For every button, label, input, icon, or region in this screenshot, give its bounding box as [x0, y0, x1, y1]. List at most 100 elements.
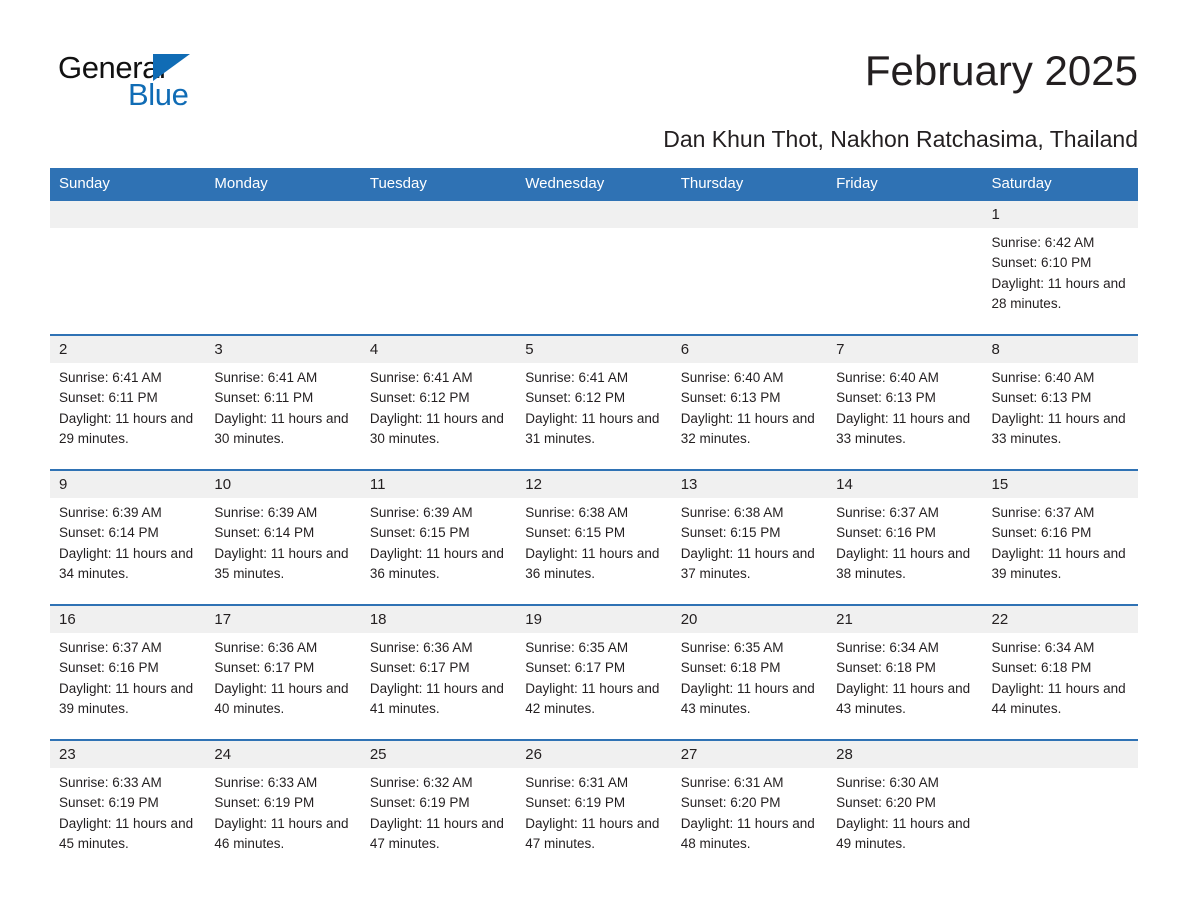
calendar-day-cell[interactable]: 15 Sunrise: 6:37 AM Sunset: 6:16 PM Dayligh…	[982, 468, 1138, 605]
page-title: February 2025	[864, 47, 1138, 94]
day-number: 3	[205, 335, 361, 363]
weekday-header-wednesday: Wednesday	[516, 167, 672, 201]
calendar-page: General Blue February 2025 Dan Khun Thot…	[0, 0, 1188, 918]
calendar-day-cell[interactable]: 27 Sunrise: 6:31 AM Sunset: 6:20 PM Dayligh…	[671, 738, 828, 874]
sunrise-text: Sunrise: 6:30 AM	[836, 774, 939, 790]
calendar-day-cell[interactable]: 4 Sunrise: 6:41 AM Sunset: 6:12 PM Daylight…	[360, 333, 517, 470]
page-header: General Blue February 2025	[50, 0, 1138, 122]
calendar-week-row: 16 Sunrise: 6:37 AM Sunset: 6:16 PM Dayligh…	[50, 603, 1138, 740]
weekday-header-thursday: Thursday	[671, 167, 828, 201]
daylight-text: Daylight: 11 hours and 34 minutes.	[59, 545, 194, 582]
sunrise-text: Sunrise: 6:34 AM	[991, 639, 1095, 655]
day-details: Sunrise: 6:33 AM Sunset: 6:19 PM Daylight:…	[50, 768, 205, 855]
day-number: 12	[516, 470, 672, 498]
logo-text-blue: Blue	[128, 77, 189, 112]
calendar-day-cell[interactable]: 22 Sunrise: 6:34 AM Sunset: 6:18 PM Dayligh…	[982, 603, 1138, 740]
day-details: Sunrise: 6:37 AM Sunset: 6:16 PM Daylight:…	[50, 633, 205, 720]
calendar-day-cell[interactable]: 6 Sunrise: 6:40 AM Sunset: 6:13 PM Daylight…	[671, 333, 828, 470]
general-blue-logo[interactable]: General Blue	[50, 44, 200, 114]
day-number: 28	[827, 740, 983, 768]
daylight-text: Daylight: 11 hours and 40 minutes.	[214, 680, 349, 717]
day-details: Sunrise: 6:41 AM Sunset: 6:11 PM Daylight:…	[205, 363, 360, 450]
sunset-text: Sunset: 6:18 PM	[680, 660, 781, 676]
sunset-text: Sunset: 6:15 PM	[369, 525, 470, 541]
day-number: 21	[827, 605, 983, 633]
calendar-day-cell[interactable]: 11 Sunrise: 6:39 AM Sunset: 6:15 PM Dayligh…	[360, 468, 517, 605]
weekday-header-saturday: Saturday	[982, 167, 1138, 201]
day-number	[360, 200, 517, 228]
weekday-header-sunday: Sunday	[50, 167, 206, 201]
calendar-day-cell[interactable]: 18 Sunrise: 6:36 AM Sunset: 6:17 PM Dayligh…	[360, 603, 517, 740]
calendar-day-cell[interactable]: 19 Sunrise: 6:35 AM Sunset: 6:17 PM Dayligh…	[516, 603, 672, 740]
calendar-day-cell[interactable]: 16 Sunrise: 6:37 AM Sunset: 6:16 PM Dayligh…	[50, 603, 206, 740]
calendar-day-cell[interactable]: 28 Sunrise: 6:30 AM Sunset: 6:20 PM Dayligh…	[827, 738, 983, 874]
calendar-day-cell[interactable]: 10 Sunrise: 6:39 AM Sunset: 6:14 PM Dayligh…	[205, 468, 361, 605]
sunset-text: Sunset: 6:13 PM	[836, 390, 936, 406]
calendar-day-cell[interactable]: 25 Sunrise: 6:32 AM Sunset: 6:19 PM Dayligh…	[360, 738, 517, 874]
sunrise-text: Sunrise: 6:40 AM	[991, 369, 1095, 385]
month-calendar: Sunday Monday Tuesday Wednesday Thursday…	[50, 167, 1138, 874]
daylight-text: Daylight: 11 hours and 35 minutes.	[214, 545, 349, 582]
sunset-text: Sunset: 6:19 PM	[369, 795, 470, 811]
sunrise-text: Sunrise: 6:41 AM	[369, 369, 473, 385]
day-number: 19	[516, 605, 672, 633]
sunrise-text: Sunrise: 6:39 AM	[369, 504, 473, 520]
day-number: 27	[671, 740, 828, 768]
sunset-text: Sunset: 6:16 PM	[59, 660, 159, 676]
day-details: Sunrise: 6:31 AM Sunset: 6:19 PM Daylight:…	[516, 768, 671, 855]
day-number: 20	[671, 605, 828, 633]
day-details: Sunrise: 6:41 AM Sunset: 6:11 PM Daylight:…	[50, 363, 205, 450]
calendar-day-cell[interactable]: 7 Sunrise: 6:40 AM Sunset: 6:13 PM Daylight…	[827, 333, 983, 470]
page-subtitle: Dan Khun Thot, Nakhon Ratchasima, Thaila…	[663, 126, 1138, 152]
daylight-text: Daylight: 11 hours and 30 minutes.	[214, 410, 349, 447]
sunrise-text: Sunrise: 6:37 AM	[991, 504, 1095, 520]
calendar-week-row: 23 Sunrise: 6:33 AM Sunset: 6:19 PM Dayligh…	[50, 738, 1138, 874]
calendar-empty-cell	[982, 738, 1138, 874]
daylight-text: Daylight: 11 hours and 47 minutes.	[369, 815, 504, 852]
calendar-day-cell[interactable]: 2 Sunrise: 6:41 AM Sunset: 6:11 PM Daylight…	[50, 333, 206, 470]
calendar-day-cell[interactable]: 12 Sunrise: 6:38 AM Sunset: 6:15 PM Dayligh…	[516, 468, 672, 605]
day-details: Sunrise: 6:38 AM Sunset: 6:15 PM Daylight:…	[516, 498, 671, 585]
sunrise-text: Sunrise: 6:41 AM	[525, 369, 629, 385]
day-details: Sunrise: 6:34 AM Sunset: 6:18 PM Daylight:…	[983, 633, 1138, 720]
day-number	[827, 200, 983, 228]
calendar-day-cell[interactable]: 8 Sunrise: 6:40 AM Sunset: 6:13 PM Daylight…	[982, 333, 1138, 470]
daylight-text: Daylight: 11 hours and 45 minutes.	[59, 815, 194, 852]
calendar-day-cell[interactable]: 17 Sunrise: 6:36 AM Sunset: 6:17 PM Dayligh…	[205, 603, 361, 740]
calendar-day-cell[interactable]: 3 Sunrise: 6:41 AM Sunset: 6:11 PM Daylight…	[205, 333, 361, 470]
calendar-day-cell[interactable]: 14 Sunrise: 6:37 AM Sunset: 6:16 PM Dayligh…	[827, 468, 983, 605]
sunset-text: Sunset: 6:11 PM	[59, 390, 158, 406]
day-number: 17	[205, 605, 361, 633]
calendar-day-cell[interactable]: 1 Sunrise: 6:42 AM Sunset: 6:10 PM Daylight…	[982, 200, 1138, 335]
day-details: Sunrise: 6:41 AM Sunset: 6:12 PM Daylight:…	[516, 363, 671, 450]
calendar-day-cell[interactable]: 20 Sunrise: 6:35 AM Sunset: 6:18 PM Dayligh…	[671, 603, 828, 740]
calendar-day-cell[interactable]: 21 Sunrise: 6:34 AM Sunset: 6:18 PM Dayligh…	[827, 603, 983, 740]
day-number: 8	[982, 335, 1138, 363]
calendar-day-cell[interactable]: 26 Sunrise: 6:31 AM Sunset: 6:19 PM Dayligh…	[516, 738, 672, 874]
sunset-text: Sunset: 6:14 PM	[214, 525, 315, 541]
day-number: 1	[982, 200, 1138, 228]
calendar-week-row: 1 Sunrise: 6:42 AM Sunset: 6:10 PM Daylight…	[50, 200, 1138, 335]
calendar-day-cell[interactable]: 24 Sunrise: 6:33 AM Sunset: 6:19 PM Dayligh…	[205, 738, 361, 874]
daylight-text: Daylight: 11 hours and 43 minutes.	[836, 680, 971, 717]
calendar-day-cell[interactable]: 9 Sunrise: 6:39 AM Sunset: 6:14 PM Daylight…	[50, 468, 206, 605]
day-number: 26	[516, 740, 672, 768]
day-details: Sunrise: 6:35 AM Sunset: 6:18 PM Daylight:…	[672, 633, 827, 720]
daylight-text: Daylight: 11 hours and 33 minutes.	[991, 410, 1126, 447]
daylight-text: Daylight: 11 hours and 46 minutes.	[214, 815, 349, 852]
calendar-day-cell[interactable]: 23 Sunrise: 6:33 AM Sunset: 6:19 PM Dayligh…	[50, 738, 206, 874]
sunrise-text: Sunrise: 6:40 AM	[836, 369, 939, 385]
calendar-body: 1 Sunrise: 6:42 AM Sunset: 6:10 PM Daylight…	[50, 200, 1138, 874]
sunrise-text: Sunrise: 6:41 AM	[59, 369, 162, 385]
daylight-text: Daylight: 11 hours and 36 minutes.	[525, 545, 660, 582]
day-number: 4	[360, 335, 517, 363]
daylight-text: Daylight: 11 hours and 49 minutes.	[836, 815, 971, 852]
calendar-week-row: 9 Sunrise: 6:39 AM Sunset: 6:14 PM Daylight…	[50, 468, 1138, 605]
sunrise-text: Sunrise: 6:36 AM	[214, 639, 318, 655]
day-number: 23	[50, 740, 206, 768]
sunset-text: Sunset: 6:18 PM	[836, 660, 936, 676]
sunset-text: Sunset: 6:20 PM	[836, 795, 936, 811]
sunrise-text: Sunrise: 6:38 AM	[525, 504, 629, 520]
calendar-day-cell[interactable]: 13 Sunrise: 6:38 AM Sunset: 6:15 PM Dayligh…	[671, 468, 828, 605]
calendar-day-cell[interactable]: 5 Sunrise: 6:41 AM Sunset: 6:12 PM Daylight…	[516, 333, 672, 470]
